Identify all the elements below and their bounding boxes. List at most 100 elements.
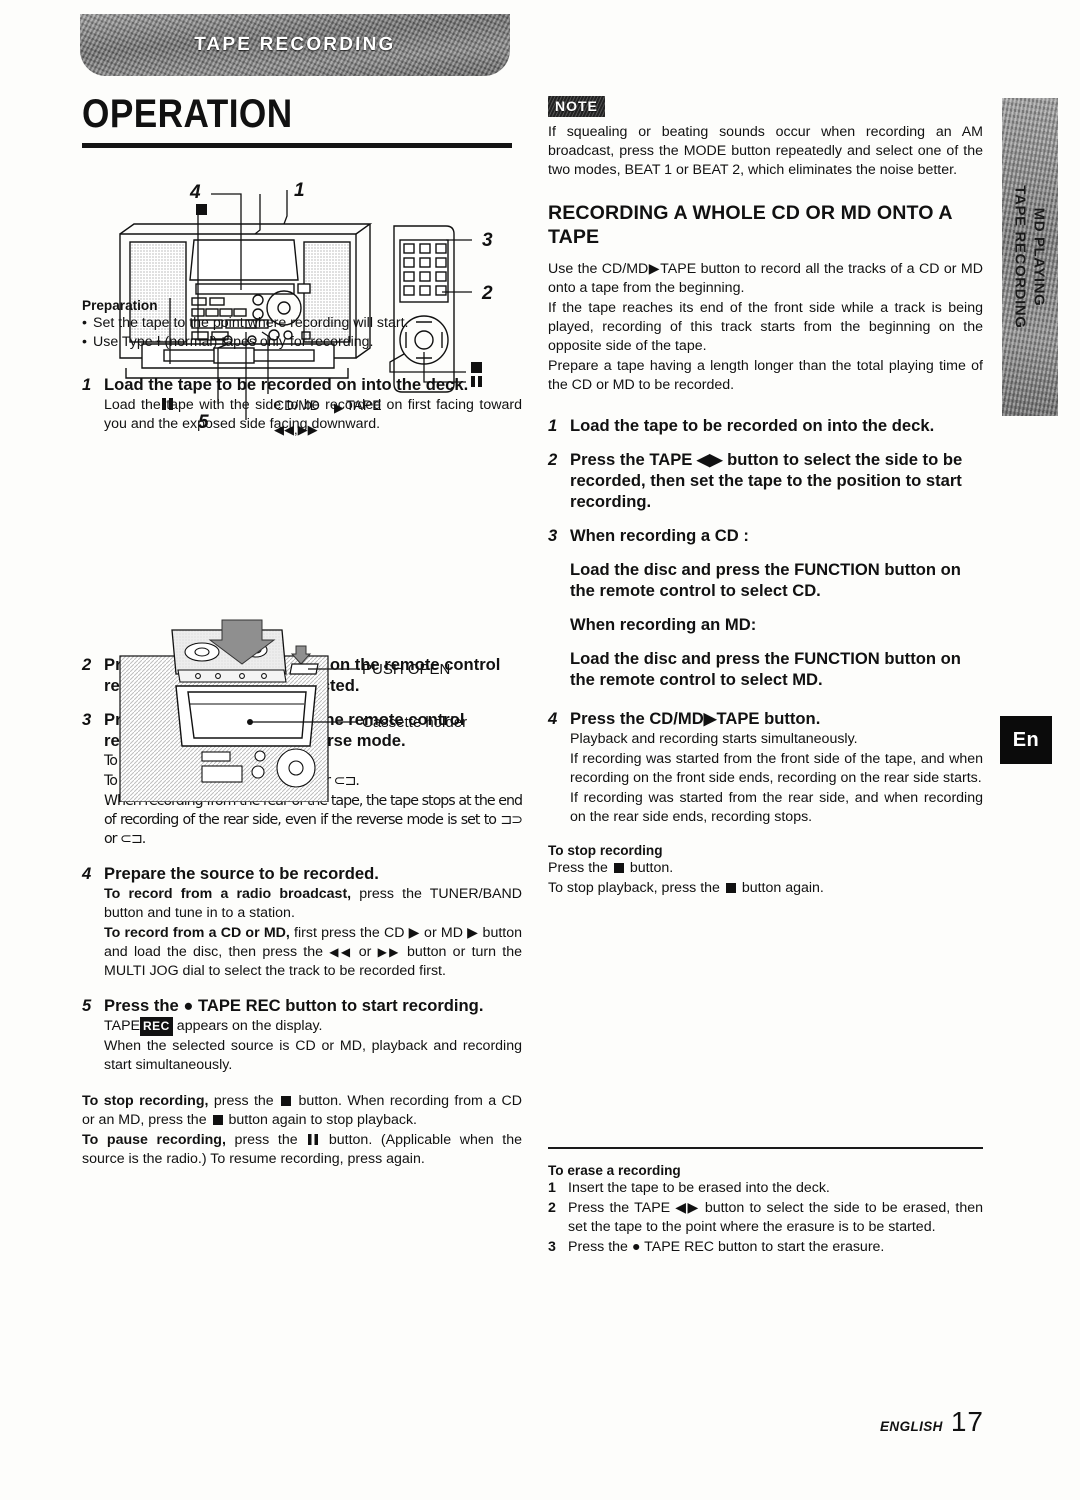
erase-block: To erase a recording 1 Insert the tape t… (548, 1163, 983, 1258)
cdmd-rest-2: or (352, 944, 378, 960)
note-badge: NOTE (548, 96, 605, 117)
pause-recording-note: To pause recording, press the button. (A… (82, 1131, 522, 1169)
note-block: NOTE If squealing or beating sounds occu… (548, 96, 983, 180)
intro-paragraph: Prepare a tape having a length longer th… (548, 358, 983, 393)
page-footer: ENGLISH 17 (880, 1406, 984, 1438)
step4-cdmd-line: To record from a CD or MD, first press t… (104, 924, 522, 981)
section-title: RECORDING A WHOLE CD OR MD ONTO A TAPE (548, 202, 952, 248)
step-number: 2 (82, 655, 92, 674)
step-number: 3 (548, 526, 558, 545)
stop-recording-bold: To stop recording, (82, 1093, 209, 1109)
step3-sub-md-heading: When recording an MD: (570, 615, 757, 634)
stop-icon (281, 1096, 292, 1106)
recording-step-1: 1 Load the tape to be recorded on into t… (548, 415, 983, 436)
preparation-heading: Preparation (82, 298, 158, 313)
step-heading: Press the TAPE ◀▶ button to select the s… (570, 450, 963, 511)
step-heading: Load the tape to be recorded on into the… (570, 416, 935, 435)
recording-step-2: 2 Press the TAPE ◀▶ button to select the… (548, 449, 983, 512)
preparation-bullet-text: Use Type Ɨ (normal) tapes only for recor… (93, 334, 374, 350)
step-body-text: If recording was started from the front … (570, 751, 983, 786)
pause-rest-1: press the (225, 1132, 307, 1148)
pause-icon (308, 1134, 319, 1145)
cassette-loading-diagram: PUSH OPEN Cassette holder (110, 612, 510, 802)
rec-indicator: REC (140, 1017, 173, 1036)
step-4: 4 Prepare the source to be recorded. To … (82, 863, 522, 982)
step-heading: Press the ● TAPE REC button to start rec… (104, 996, 484, 1015)
stop-line2-pre: To stop playback, press the (548, 880, 724, 896)
erase-item-number: 1 (548, 1180, 556, 1196)
section-banner-label: TAPE RECORDING (193, 34, 397, 55)
bullet-dot: • (82, 315, 87, 331)
bullet-dot: • (82, 334, 87, 350)
intro-paragraph: Use the CD/MD▶TAPE button to record all … (548, 261, 983, 296)
stop-icon (725, 883, 736, 893)
step-heading: Load the tape to be recorded on into the… (104, 375, 469, 394)
rewind-icon: ◀◀ (329, 945, 353, 959)
step5-body-text: When the selected source is CD or MD, pl… (104, 1038, 522, 1073)
stop-line2-post: button again. (737, 880, 824, 896)
manual-page: TAPE RECORDING OPERATION 4 1 3 2 5 CD/MD… (0, 0, 1080, 1500)
step-heading: Prepare the source to be recorded. (104, 864, 379, 883)
cdmd-bold: To record from a CD or MD, (104, 925, 290, 941)
stop-rest-3: button again to stop playback. (224, 1112, 417, 1128)
side-tab-line-1: MD PLAYING (1031, 207, 1049, 307)
display-rest: appears on the display. (172, 1018, 323, 1034)
step4-radio-line: To record from a radio broadcast, press … (104, 885, 522, 923)
push-open-label: PUSH OPEN (362, 661, 450, 678)
page-title: OPERATION (82, 92, 293, 136)
stop-recording-block: To stop recording Press the button. To s… (548, 843, 983, 898)
preparation-bullet-text: Set the tape to the point where recordin… (93, 315, 409, 331)
erase-item-number: 2 (548, 1200, 556, 1216)
erase-item: 3 Press the ● TAPE REC button to start t… (548, 1238, 983, 1258)
intro-paragraph: If the tape reaches its end of the front… (548, 300, 983, 354)
stop-recording-note: To stop recording, press the button. Whe… (82, 1092, 522, 1130)
side-tab-line-2: TAPE RECORDING (1012, 185, 1030, 329)
step-number: 1 (548, 416, 558, 435)
step-number: 4 (548, 709, 558, 728)
step-body-text: If recording was started from the rear s… (570, 790, 983, 825)
erase-item-text: Insert the tape to be erased into the de… (568, 1180, 830, 1196)
step-number: 4 (82, 864, 92, 883)
stop-line1-post: button. (625, 860, 674, 876)
footer-language: ENGLISH (880, 1419, 943, 1434)
preparation-bullet: • Set the tape to the point where record… (82, 314, 522, 333)
erase-item-number: 3 (548, 1239, 556, 1255)
stop-rest-1: press the (208, 1093, 280, 1109)
footer-page-number: 17 (950, 1406, 984, 1437)
radio-bold: To record from a radio broadcast, (104, 886, 352, 902)
recording-step-3: 3 When recording a CD : Load the disc an… (548, 525, 983, 690)
erase-item: 2 Press the TAPE ◀▶ button to select the… (548, 1199, 983, 1238)
step5-display-line: TAPE REC appears on the display. (104, 1017, 522, 1036)
step-5: 5 Press the ● TAPE REC button to start r… (82, 995, 522, 1076)
right-column: NOTE If squealing or beating sounds occu… (548, 96, 983, 1258)
erase-heading: To erase a recording (548, 1163, 681, 1178)
step-number: 3 (82, 710, 92, 729)
preparation-bullet: • Use Type Ɨ (normal) tapes only for rec… (82, 333, 522, 352)
step-number: 5 (82, 996, 92, 1015)
stop-line1-pre: Press the (548, 860, 612, 876)
stop-recording-line-2: To stop playback, press the button again… (548, 879, 983, 898)
pause-recording-bold: To pause recording, (82, 1132, 226, 1148)
step-body-text: Playback and recording starts simultaneo… (570, 731, 858, 747)
cassette-holder-label: Cassette holder (362, 714, 467, 731)
stop-icon (212, 1115, 223, 1125)
note-text: If squealing or beating sounds occur whe… (548, 124, 983, 178)
stop-recording-heading: To stop recording (548, 843, 663, 858)
language-badge: En (1000, 716, 1052, 764)
stop-icon (613, 863, 624, 873)
fast-forward-icon: ▶▶ (377, 945, 401, 959)
step-number: 2 (548, 450, 558, 469)
section-banner: TAPE RECORDING (80, 14, 510, 76)
stop-recording-line-1: Press the button. (548, 859, 983, 878)
tape-label: TAPE (104, 1018, 141, 1034)
section-divider (548, 1147, 983, 1149)
erase-item: 1 Insert the tape to be erased into the … (548, 1179, 983, 1199)
recording-step-4: 4 Press the CD/MD▶TAPE button. Playback … (548, 708, 983, 828)
side-index-tab: MD PLAYING TAPE RECORDING (1002, 98, 1058, 416)
step3-sub-cd: Load the disc and press the FUNCTION but… (570, 560, 961, 600)
step-1: 1 Load the tape to be recorded on into t… (82, 374, 522, 435)
step-heading: When recording a CD : (570, 526, 749, 545)
step-heading: Press the CD/MD▶TAPE button. (570, 709, 821, 728)
side-index-tab-labels: MD PLAYING TAPE RECORDING (1011, 185, 1049, 328)
step-number: 1 (82, 375, 92, 394)
